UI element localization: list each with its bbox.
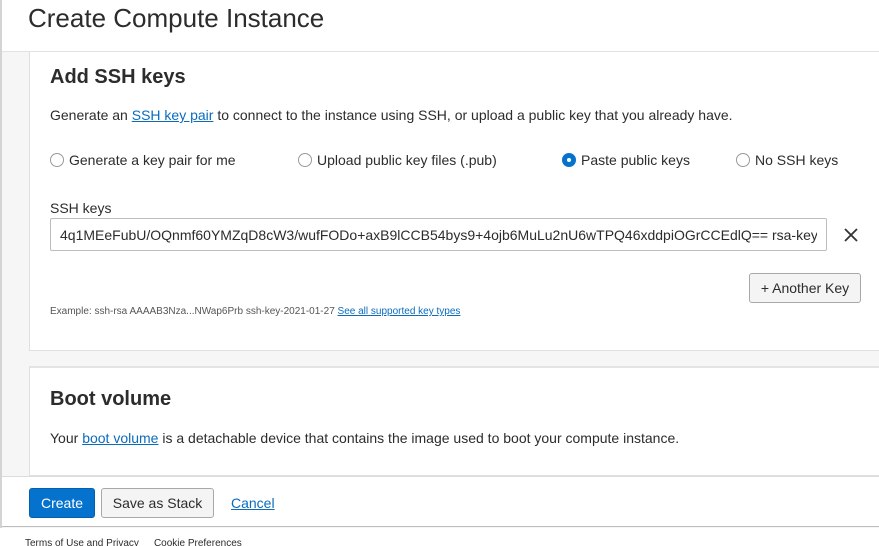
- boot-volume-link[interactable]: boot volume: [82, 430, 158, 446]
- terms-link[interactable]: Terms of Use and Privacy: [25, 538, 139, 546]
- close-icon[interactable]: [840, 224, 862, 246]
- radio-circle-selected[interactable]: [562, 153, 576, 167]
- example-text: Example: ssh-rsa AAAAB3Nza...NWap6Prb ss…: [50, 306, 335, 317]
- ssh-section-title: Add SSH keys: [50, 66, 186, 88]
- boot-description-before: Your: [50, 430, 83, 446]
- boot-description: Your boot volume is a detachable device …: [50, 430, 679, 446]
- supported-key-types-link[interactable]: See all supported key types: [338, 306, 461, 317]
- radio-no-ssh-keys[interactable]: No SSH keys: [736, 152, 838, 168]
- add-another-key-button[interactable]: + Another Key: [749, 273, 861, 303]
- radio-circle[interactable]: [298, 153, 312, 167]
- ssh-description: Generate an SSH key pair to connect to t…: [50, 107, 733, 123]
- page-footer-links: Terms of Use and Privacy Cookie Preferenc…: [25, 538, 257, 546]
- ssh-option-group: Generate a key pair for me Upload public…: [50, 152, 870, 172]
- radio-label: No SSH keys: [755, 152, 839, 168]
- boot-volume-panel: Boot volume Your boot volume is a detach…: [29, 366, 879, 476]
- example-hint: Example: ssh-rsa AAAAB3Nza...NWap6Prb ss…: [50, 306, 460, 317]
- radio-upload-public-key[interactable]: Upload public key files (.pub): [298, 152, 497, 168]
- cancel-link[interactable]: Cancel: [231, 495, 275, 511]
- radio-circle[interactable]: [736, 153, 750, 167]
- radio-label: Upload public key files (.pub): [317, 152, 497, 168]
- boot-section-title: Boot volume: [50, 388, 172, 410]
- page-title: Create Compute Instance: [28, 3, 325, 33]
- radio-label: Paste public keys: [581, 152, 690, 168]
- save-as-stack-button[interactable]: Save as Stack: [101, 488, 214, 518]
- ssh-keys-input[interactable]: [50, 218, 827, 251]
- ssh-keys-panel: Add SSH keys Generate an SSH key pair to…: [29, 52, 879, 351]
- radio-circle[interactable]: [50, 153, 64, 167]
- ssh-keys-label: SSH keys: [50, 200, 112, 216]
- radio-paste-public-keys[interactable]: Paste public keys: [562, 152, 690, 168]
- cookie-preferences-link[interactable]: Cookie Preferences: [154, 538, 242, 546]
- ssh-description-before: Generate an: [50, 107, 132, 123]
- radio-generate-key-pair[interactable]: Generate a key pair for me: [50, 152, 236, 168]
- radio-label: Generate a key pair for me: [69, 152, 236, 168]
- ssh-description-after: to connect to the instance using SSH, or…: [213, 107, 733, 123]
- ssh-key-pair-link[interactable]: SSH key pair: [132, 107, 214, 123]
- create-button[interactable]: Create: [29, 488, 95, 518]
- action-footer: Create Save as Stack Cancel: [2, 476, 879, 527]
- boot-description-after: is a detachable device that contains the…: [158, 430, 680, 446]
